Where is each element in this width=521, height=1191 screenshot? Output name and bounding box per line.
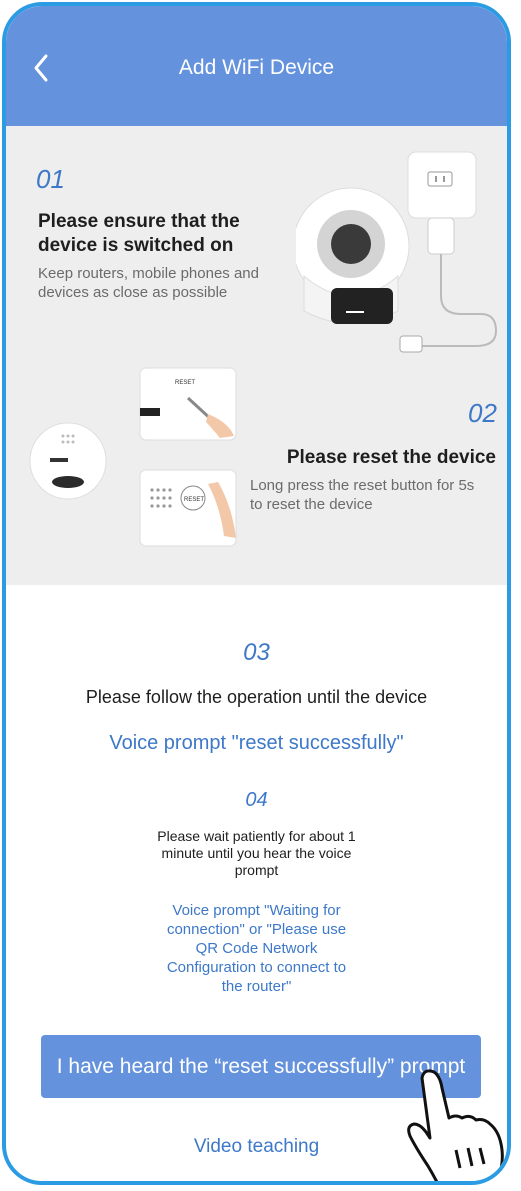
reset-illustration: RESET RESET [29,367,237,547]
camera-power-illustration [296,151,498,353]
step-3-prompt: Voice prompt "reset successfully" [109,732,404,754]
step-4-number: 04 [245,789,268,811]
page-title: Add WiFi Device [178,56,335,79]
step-3-number: 03 [243,639,270,666]
step-4-instruction: Please wait patiently for about 1 minute… [157,828,356,878]
step-2-number: 02 [468,398,497,428]
header-bar: Add WiFi Device [6,6,507,126]
step-2-description: Long press the reset button for 5s to re… [250,477,475,513]
step-2-title: Please reset the device [286,447,496,468]
step-1-number: 01 [36,164,65,194]
steps-illustration-panel: 01 Please ensure that the device is swit… [6,126,507,585]
step-3-instruction: Please follow the operation until the de… [85,687,428,707]
reset-label: RESET [175,380,195,386]
phone-frame: Add WiFi Device 01 Please ensure that th… [2,2,511,1185]
step-4-prompt: Voice prompt "Waiting for connection" or… [166,902,347,995]
step-1-title: Please ensure that the device is switche… [38,211,240,256]
reset-button-label: RESET [184,497,204,503]
step-1-description: Keep routers, mobile phones and devices … [38,265,259,301]
hand-pointer-icon [407,1069,504,1181]
